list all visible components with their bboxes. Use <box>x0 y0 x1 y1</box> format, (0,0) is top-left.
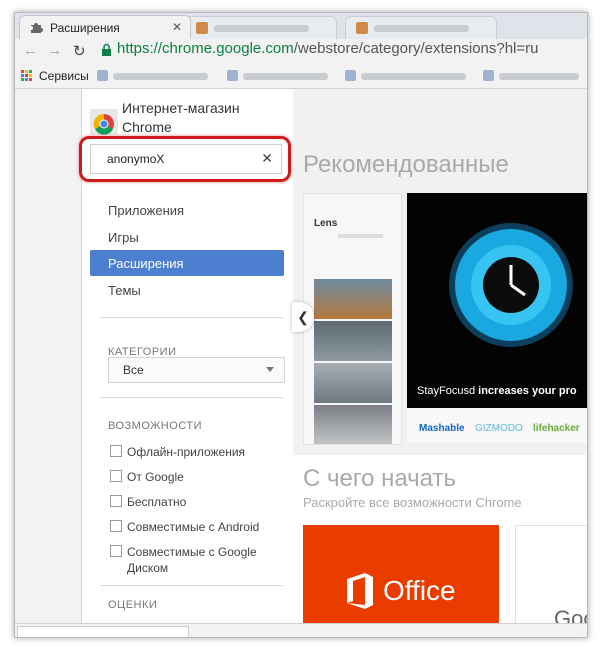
featured-heading: Рекомендованные <box>303 151 509 178</box>
banner-tagline: increases your pro <box>478 385 577 397</box>
nav-games[interactable]: Игры <box>90 224 284 250</box>
tab-background-2[interactable] <box>345 16 497 39</box>
banner-brand: StayFocusd <box>417 385 476 397</box>
tab-title-blurred <box>214 25 309 32</box>
sidebar-divider <box>100 397 283 398</box>
bookmark-favicon[interactable] <box>97 70 108 81</box>
tab-favicon <box>196 22 208 34</box>
address-secure-part: https://chrome.google.com <box>117 40 294 57</box>
nav-extensions-label: Расширения <box>108 256 184 271</box>
bookmark-favicon[interactable] <box>483 70 494 81</box>
press-gizmodo: GIZMODO <box>475 423 523 434</box>
sidebar-divider <box>100 585 283 586</box>
bookmarks-bar: Сервисы <box>15 65 587 89</box>
tab-title: Расширения <box>50 21 120 35</box>
store-sidebar: Интернет-магазин Chrome anonymoX ✕ Прило… <box>79 89 294 623</box>
tab-title-blurred <box>374 25 469 32</box>
features-heading: ВОЗМОЖНОСТИ <box>108 420 203 432</box>
press-mashable: Mashable <box>419 423 465 434</box>
nav-apps-label: Приложения <box>108 203 185 218</box>
checkbox-box[interactable] <box>110 495 122 507</box>
tab-close-icon[interactable]: ✕ <box>172 20 182 34</box>
checkbox-box[interactable] <box>110 445 122 457</box>
forward-arrow-icon[interactable]: → <box>47 42 62 59</box>
category-selected-value: Все <box>123 363 144 377</box>
press-logos: Mashable GIZMODO lifehacker <box>407 408 587 443</box>
apps-grid-icon[interactable] <box>21 70 33 82</box>
chrome-webstore-icon[interactable] <box>90 107 118 135</box>
status-chip <box>17 626 189 637</box>
lens-photo-2 <box>314 321 392 361</box>
feature-label: Офлайн-приложения <box>127 445 246 459</box>
nav-themes[interactable]: Темы <box>90 277 284 303</box>
bookmark-blurred[interactable] <box>361 73 466 80</box>
feature-label: Совместимые с Google Диском <box>127 545 257 575</box>
checkbox-box[interactable] <box>110 470 122 482</box>
chevron-down-icon <box>266 367 274 372</box>
lens-photo-3 <box>314 363 392 403</box>
feature-label: Совместимые с Android <box>127 520 260 534</box>
page-left-gutter <box>15 89 82 623</box>
getting-started-heading: С чего начать <box>303 465 456 492</box>
press-lifehacker: lifehacker <box>533 423 580 434</box>
bookmark-blurred[interactable] <box>499 73 579 80</box>
banner-caption: StayFocusd increases your pro <box>417 385 577 397</box>
lens-card[interactable]: Lens <box>303 193 402 445</box>
store-main: Рекомендованные Lens ❮ StayFocusd increa… <box>292 89 587 623</box>
puzzle-icon <box>31 23 43 33</box>
nav-themes-label: Темы <box>108 283 141 298</box>
lens-photo-1 <box>314 279 392 319</box>
feature-label: Бесплатно <box>127 495 187 509</box>
browser-window: Расширения ✕ ← → ↻ https://chrome.google… <box>14 12 588 638</box>
office-tile[interactable]: Office <box>303 525 499 623</box>
back-arrow-icon[interactable]: ← <box>23 42 38 59</box>
nav-extensions[interactable]: Расширения <box>90 250 284 276</box>
lens-photo-4 <box>314 405 392 444</box>
lock-icon <box>102 43 111 56</box>
sidebar-divider <box>100 317 283 318</box>
tab-favicon <box>356 22 368 34</box>
tab-strip: Расширения ✕ <box>15 13 587 40</box>
checkbox-box[interactable] <box>110 545 122 557</box>
highlight-ring <box>79 136 291 182</box>
store-title[interactable]: Интернет-магазин Chrome <box>122 99 287 137</box>
bookmark-blurred[interactable] <box>113 73 208 80</box>
lens-title: Lens <box>314 218 338 229</box>
address-path: /webstore/category/extensions?hl=ru <box>293 40 539 57</box>
browser-toolbar: ← → ↻ https://chrome.google.com/webstore… <box>15 39 587 65</box>
bookmark-apps[interactable]: Сервисы <box>39 69 89 83</box>
tab-background-1[interactable] <box>185 16 337 39</box>
nav-games-label: Игры <box>108 230 139 245</box>
bookmark-favicon[interactable] <box>227 70 238 81</box>
google-tile[interactable]: Goo <box>515 525 587 623</box>
category-select[interactable]: Все <box>108 357 285 383</box>
checkbox-box[interactable] <box>110 520 122 532</box>
ratings-heading: ОЦЕНКИ <box>108 599 158 611</box>
tab-extensions[interactable]: Расширения ✕ <box>19 15 191 40</box>
office-label: Office <box>383 575 456 606</box>
office-logo-icon <box>347 573 373 609</box>
clock-eye-icon <box>449 223 573 347</box>
feature-label: От Google <box>127 470 184 484</box>
stayfocusd-banner[interactable]: StayFocusd increases your pro <box>407 193 587 408</box>
bookmark-blurred[interactable] <box>243 73 328 80</box>
page-content: Интернет-магазин Chrome anonymoX ✕ Прило… <box>15 89 587 623</box>
nav-apps[interactable]: Приложения <box>90 197 284 223</box>
lens-subtitle-blurred <box>338 234 383 238</box>
bookmark-favicon[interactable] <box>345 70 356 81</box>
reload-icon[interactable]: ↻ <box>73 42 86 60</box>
address-bar[interactable]: https://chrome.google.com/webstore/categ… <box>117 40 539 57</box>
chevron-left-icon: ❮ <box>297 309 309 325</box>
status-bar <box>15 623 587 637</box>
google-label: Goo <box>554 606 587 623</box>
getting-started-subtitle: Раскройте все возможности Chrome <box>303 495 522 510</box>
